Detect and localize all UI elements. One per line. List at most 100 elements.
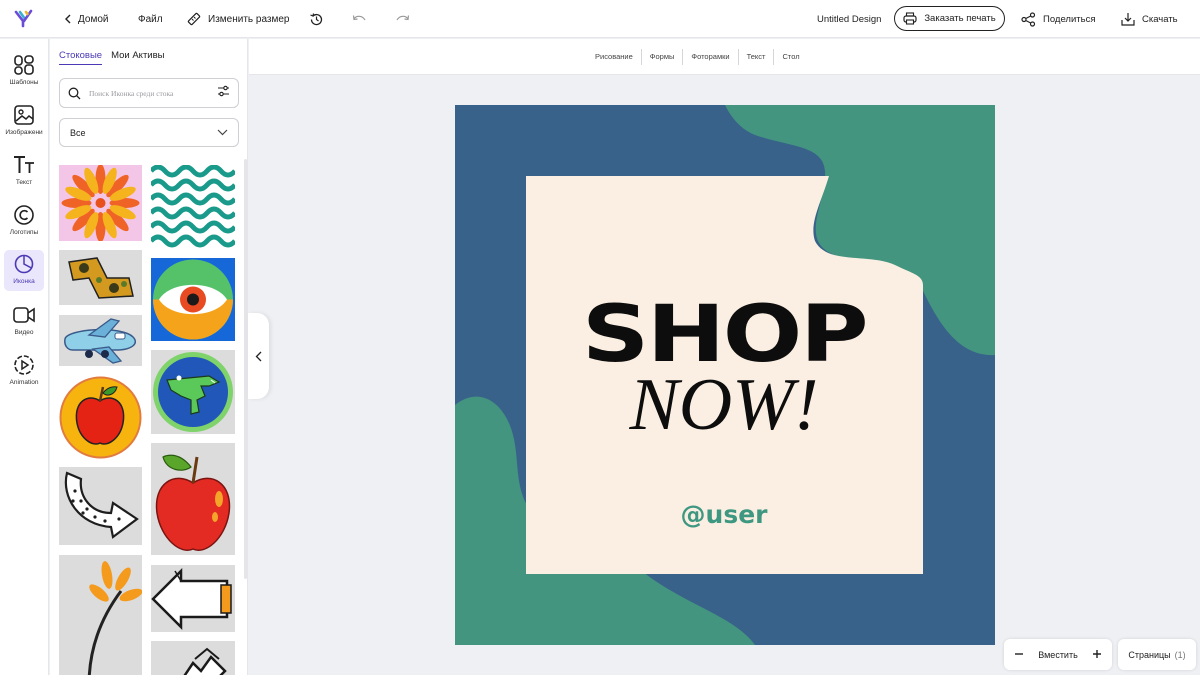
rail-label: Логотипы <box>9 229 39 236</box>
rail-item-video[interactable]: Видео <box>4 301 44 339</box>
file-label: Файл <box>138 13 163 25</box>
download-label: Скачать <box>1142 13 1178 25</box>
filter-button[interactable] <box>217 84 230 102</box>
crocodile-badge-image <box>153 352 233 432</box>
download-icon <box>1121 13 1135 26</box>
zoom-controls: Вместить <box>1004 639 1112 670</box>
left-rail: Шаблоны Изображени Текст Логотипы Иконка <box>0 39 49 675</box>
redo-icon <box>396 15 410 21</box>
headline-text[interactable]: SHOP <box>485 296 963 374</box>
minus-icon <box>1015 653 1023 655</box>
search-icon <box>68 87 81 99</box>
tab-stock[interactable]: Стоковые <box>59 50 103 65</box>
subheadline-text[interactable]: NOW! <box>525 365 923 445</box>
rail-item-images[interactable]: Изображени <box>4 101 44 139</box>
undo-icon <box>352 15 366 21</box>
icon-thumb-flower-burst[interactable] <box>59 165 142 241</box>
zoom-out-button[interactable] <box>1014 648 1024 661</box>
animation-icon <box>14 355 34 375</box>
rail-item-animation[interactable]: Animation <box>4 351 44 389</box>
top-bar: Домой Файл Изменить размер Untitled Desi… <box>0 0 1200 38</box>
ruler-icon <box>187 12 201 26</box>
pages-label: Страницы <box>1128 649 1171 660</box>
camo-arrow-image <box>68 257 134 299</box>
tab-my-assets[interactable]: Мои Активы <box>111 50 164 65</box>
tab-drawing[interactable]: Рисование <box>587 49 642 65</box>
order-print-label: Заказать печать <box>924 13 996 24</box>
icon-thumb-eye-circle[interactable] <box>151 258 235 341</box>
document-title-text: Untitled Design <box>817 13 882 25</box>
icon-thumb-crocodile-badge[interactable] <box>151 350 235 434</box>
rail-label: Иконка <box>13 278 35 285</box>
category-select[interactable]: Все <box>59 118 239 147</box>
rail-label: Animation <box>9 379 39 386</box>
outline-arrow-left-image <box>151 567 232 631</box>
icon-thumb-outline-arrow-up[interactable] <box>151 641 235 675</box>
order-print-button[interactable]: Заказать печать <box>894 6 1005 31</box>
image-icon <box>14 105 34 125</box>
chevron-left-icon <box>65 14 71 24</box>
filter-sliders-icon <box>218 85 229 97</box>
chevron-down-icon <box>217 129 228 136</box>
teal-wave-pattern-image <box>151 165 235 249</box>
handle-text[interactable]: @user <box>525 500 923 529</box>
icon-thumb-red-apple[interactable] <box>151 443 235 555</box>
chevron-left-icon <box>255 351 262 361</box>
fit-label[interactable]: Вместить <box>1038 650 1078 660</box>
icon-thumb-outline-arrow-left[interactable] <box>151 565 235 632</box>
zoom-in-button[interactable] <box>1092 648 1102 661</box>
file-menu[interactable]: Файл <box>138 0 163 38</box>
text-icon <box>14 156 34 173</box>
flower-burst-image <box>61 165 140 241</box>
video-icon <box>13 307 35 323</box>
icon-thumb-teal-wave-pattern[interactable] <box>151 165 235 249</box>
document-title[interactable]: Untitled Design <box>817 0 881 38</box>
rail-label: Текст <box>15 179 33 186</box>
rail-item-logos[interactable]: Логотипы <box>4 201 44 239</box>
undo-button[interactable] <box>352 0 367 38</box>
orange-flower-stem-image <box>87 561 142 675</box>
printer-icon <box>903 12 917 25</box>
home-button[interactable]: Домой <box>64 0 108 38</box>
panel-tabs: Стоковые Мои Активы <box>59 50 164 65</box>
pages-count: (1) <box>1174 649 1186 660</box>
resize-button[interactable]: Изменить размер <box>187 0 289 38</box>
home-label: Домой <box>78 13 109 25</box>
share-icon <box>1021 11 1036 27</box>
redo-button[interactable] <box>395 0 410 38</box>
logo-icon <box>14 205 34 225</box>
icon-thumb-toy-airplane[interactable] <box>59 315 142 366</box>
tab-table[interactable]: Стол <box>774 49 807 65</box>
category-select-value: Все <box>70 127 86 138</box>
category-tabs: Рисование Формы Фоторамки Текст Стол <box>587 49 808 65</box>
eye-circle-image <box>151 258 235 341</box>
red-apple-image <box>155 454 231 551</box>
panel-scrollbar[interactable] <box>244 159 247 579</box>
tab-shapes[interactable]: Формы <box>642 49 684 65</box>
tab-text[interactable]: Текст <box>739 49 775 65</box>
rail-item-templates[interactable]: Шаблоны <box>4 51 44 89</box>
rail-item-text[interactable]: Текст <box>4 151 44 189</box>
icon-thumb-apple-badge[interactable] <box>59 375 142 460</box>
tab-photo-frames[interactable]: Фоторамки <box>683 49 739 65</box>
share-label: Поделиться <box>1043 13 1096 25</box>
rail-label: Шаблоны <box>9 79 39 86</box>
share-button[interactable]: Поделиться <box>1021 0 1095 38</box>
pages-button[interactable]: Страницы (1) <box>1118 639 1196 670</box>
rail-label: Видео <box>14 329 34 336</box>
icon-thumb-dotted-arrow[interactable] <box>59 467 142 545</box>
icon-thumb-orange-flower-stem[interactable] <box>59 555 142 675</box>
rail-item-icons[interactable]: Иконка <box>4 250 44 291</box>
history-button[interactable] <box>309 0 324 38</box>
apple-badge-image <box>59 376 142 459</box>
templates-icon <box>14 55 34 75</box>
search-input[interactable] <box>89 88 209 98</box>
icon-thumb-camo-arrow[interactable] <box>59 250 142 305</box>
outline-arrow-up-image <box>183 647 227 675</box>
dotted-arrow-image <box>64 471 139 539</box>
app-logo[interactable] <box>14 0 34 38</box>
secondary-toolbar: Рисование Формы Фоторамки Текст Стол <box>249 39 1200 75</box>
collapse-panel-button[interactable] <box>248 313 269 399</box>
asset-panel: Стоковые Мои Активы Все <box>50 39 248 675</box>
download-button[interactable]: Скачать <box>1121 0 1178 38</box>
